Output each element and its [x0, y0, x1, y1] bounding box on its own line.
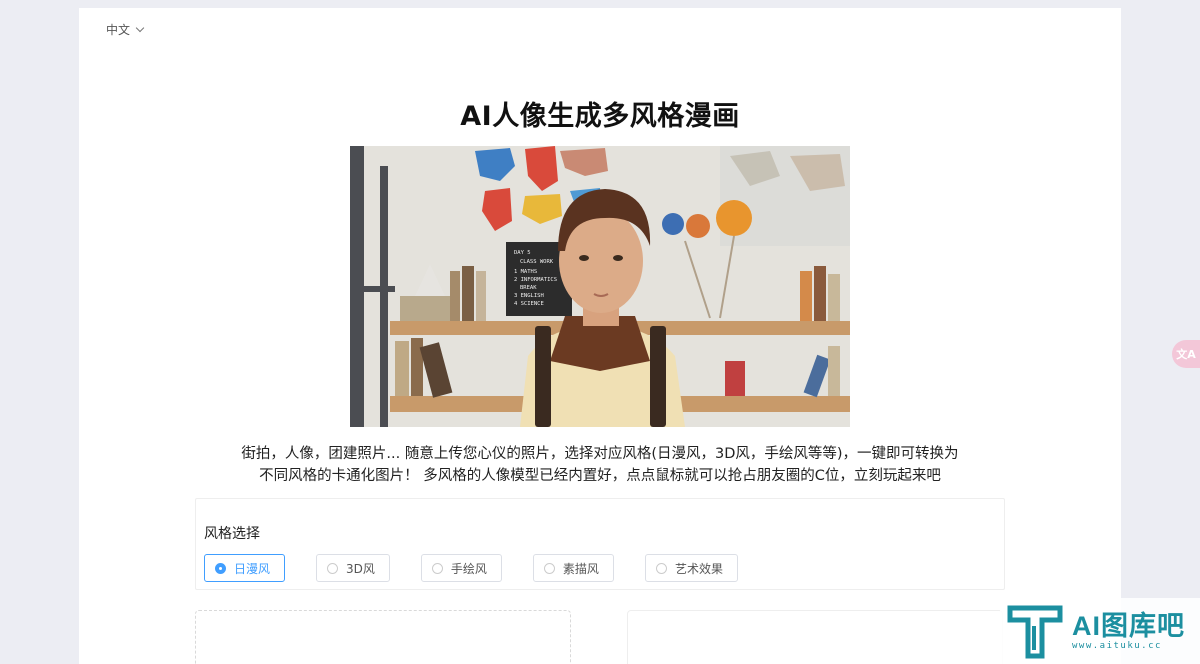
svg-text:1 MATHS: 1 MATHS	[514, 269, 537, 275]
style-selector: 风格选择 日漫风 3D风 手绘风 素描风 艺术效果	[195, 498, 1005, 590]
radio-icon	[543, 562, 555, 574]
svg-text:2 INFORMATICS: 2 INFORMATICS	[514, 277, 557, 283]
radio-icon	[327, 562, 339, 574]
title-prefix: AI	[460, 101, 493, 132]
style-option-label: 日漫风	[234, 561, 271, 576]
hero-illustration: DAY 5 CLASS WORK 1 MATHS 2 INFORMATICS B…	[350, 146, 850, 427]
main-panel: 中文 AI人像生成多风格漫画 DAY 5 CLASS WORK 1 MATHS …	[79, 8, 1121, 664]
style-option-art-effect[interactable]: 艺术效果	[644, 554, 738, 582]
style-option-sketch[interactable]: 素描风	[532, 554, 614, 582]
description-line-2: 不同风格的卡通化图片！ 多风格的人像模型已经内置好，点点鼠标就可以抢占朋友圈的C…	[259, 468, 941, 484]
title-rest: 人像生成多风格漫画	[492, 101, 740, 132]
watermark-url: www.aituku.cc	[1072, 641, 1162, 651]
watermark: AI图库吧 www.aituku.cc	[1000, 598, 1200, 664]
svg-text:3 ENGLISH: 3 ENGLISH	[514, 293, 544, 299]
style-selector-label: 风格选择	[204, 526, 260, 542]
language-label: 中文	[106, 23, 131, 37]
style-option-label: 3D风	[346, 561, 375, 576]
style-option-3d[interactable]: 3D风	[316, 554, 390, 582]
style-option-label: 艺术效果	[674, 561, 723, 576]
watermark-brand: AI图库吧	[1072, 611, 1185, 641]
style-option-anime[interactable]: 日漫风	[204, 554, 286, 582]
watermark-logo-icon	[1007, 605, 1063, 659]
style-option-hand-drawn[interactable]: 手绘风	[420, 554, 502, 582]
style-option-label: 素描风	[562, 561, 599, 576]
style-options: 日漫风 3D风 手绘风 素描风 艺术效果	[204, 554, 769, 582]
hero-image: DAY 5 CLASS WORK 1 MATHS 2 INFORMATICS B…	[350, 146, 850, 427]
page-title: AI人像生成多风格漫画	[79, 94, 1121, 133]
language-selector[interactable]: 中文	[106, 21, 145, 38]
radio-icon	[215, 562, 226, 574]
svg-text:CLASS WORK: CLASS WORK	[520, 259, 554, 265]
translate-icon: 文A	[1176, 348, 1196, 361]
description-line-1: 街拍，人像，团建照片... 随意上传您心仪的照片，选择对应风格(日漫风，3D风，…	[241, 446, 959, 462]
upload-area[interactable]	[195, 610, 571, 664]
svg-text:4 SCIENCE: 4 SCIENCE	[514, 301, 544, 307]
description: 街拍，人像，团建照片... 随意上传您心仪的照片，选择对应风格(日漫风，3D风，…	[179, 443, 1021, 487]
svg-text:DAY 5: DAY 5	[514, 250, 531, 256]
radio-icon	[655, 562, 667, 574]
style-option-label: 手绘风	[450, 561, 487, 576]
translate-float-button[interactable]: 文A	[1172, 340, 1200, 368]
result-area	[627, 610, 1003, 664]
svg-text:BREAK: BREAK	[520, 285, 537, 291]
radio-icon	[431, 562, 443, 574]
chevron-down-icon	[135, 23, 145, 33]
